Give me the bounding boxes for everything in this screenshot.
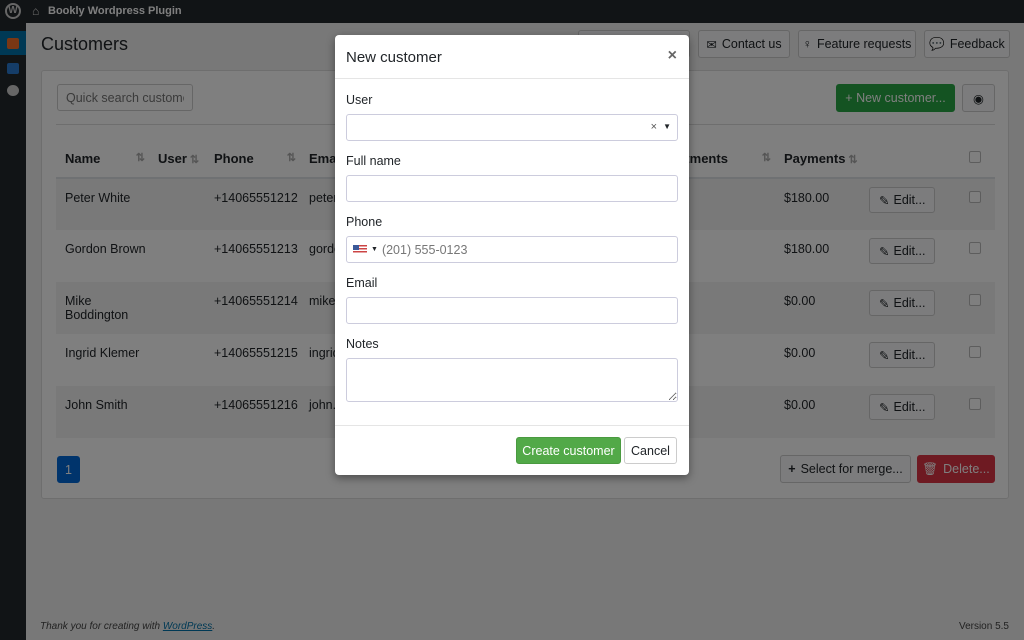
email-label: Email — [346, 276, 378, 290]
email-input[interactable] — [346, 297, 678, 324]
new-customer-modal: New customer × User × ▼ Full name Phone ▼ … — [335, 35, 689, 475]
full-name-label: Full name — [346, 154, 401, 168]
phone-input[interactable]: ▼ (201) 555-0123 — [346, 236, 678, 263]
chevron-down-icon: ▼ — [663, 122, 671, 131]
modal-title: New customer — [346, 49, 442, 66]
cancel-button[interactable]: Cancel — [624, 437, 677, 464]
clear-icon: × — [650, 121, 657, 133]
us-flag-icon[interactable] — [353, 245, 367, 254]
phone-label: Phone — [346, 215, 383, 229]
notes-label: Notes — [346, 337, 379, 351]
user-select[interactable]: × ▼ — [346, 114, 678, 141]
caret-down-icon: ▼ — [371, 246, 378, 253]
modal-footer — [335, 425, 689, 426]
full-name-input[interactable] — [346, 175, 678, 202]
notes-textarea[interactable] — [346, 358, 678, 402]
create-customer-button[interactable]: Create customer — [516, 437, 621, 464]
user-label: User — [346, 93, 373, 107]
close-icon[interactable]: × — [668, 47, 677, 65]
